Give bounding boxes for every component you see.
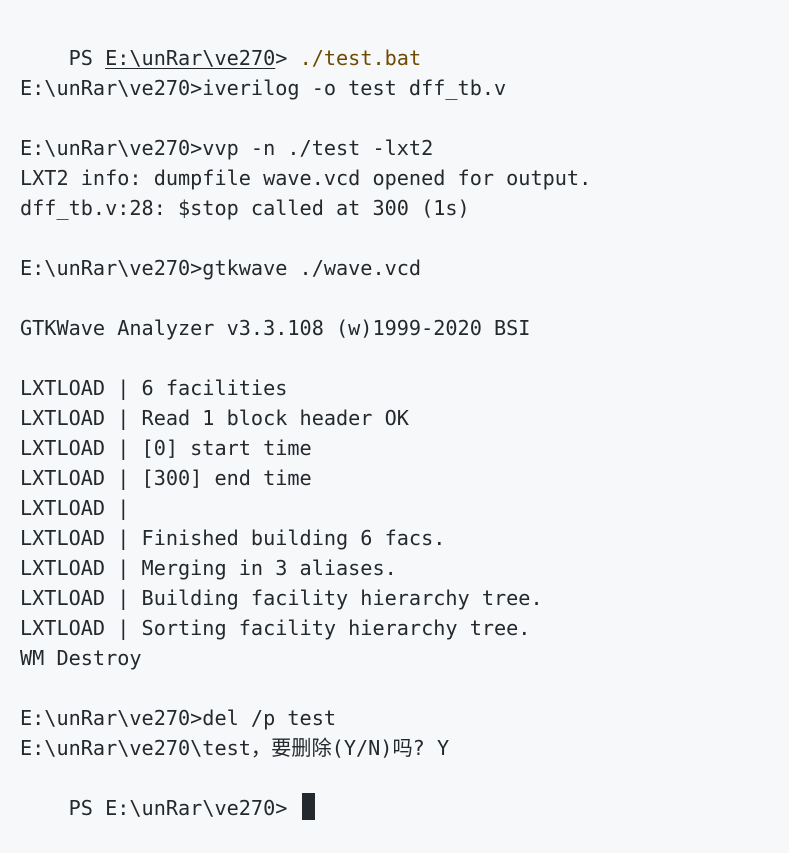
terminal-line-lxtload-empty: LXTLOAD | (20, 496, 130, 520)
terminal-line-iverilog: E:\unRar\ve270>iverilog -o test dff_tb.v (20, 76, 507, 100)
terminal-line-lxtload-sorting-tree: LXTLOAD | Sorting facility hierarchy tre… (20, 616, 531, 640)
terminal-line-gtkwave: E:\unRar\ve270>gtkwave ./wave.vcd (20, 256, 422, 280)
terminal-line-delete-confirmation: E:\unRar\ve270\test，要删除(Y/N)吗? Y (20, 736, 450, 760)
terminal-line-lxtload-facs: LXTLOAD | Finished building 6 facs. (20, 526, 446, 550)
current-prompt: PS E:\unRar\ve270> (68, 796, 300, 820)
terminal-line-vvp: E:\unRar\ve270>vvp -n ./test -lxt2 (20, 136, 434, 160)
terminal-line-wm-destroy: WM Destroy (20, 646, 142, 670)
terminal-line-lxtload-building-tree: LXTLOAD | Building facility hierarchy tr… (20, 586, 543, 610)
text-cursor (301, 793, 315, 820)
terminal-line-lxt2-info: LXT2 info: dumpfile wave.vcd opened for … (20, 166, 592, 190)
terminal-line-lxtload-end-time: LXTLOAD | [300] end time (20, 466, 312, 490)
terminal-line-lxtload-facilities: LXTLOAD | 6 facilities (20, 376, 288, 400)
terminal-line-stop-called: dff_tb.v:28: $stop called at 300 (1s) (20, 196, 470, 220)
current-prompt-line[interactable]: PS E:\unRar\ve270> (20, 763, 789, 820)
terminal-line-lxtload-start-time: LXTLOAD | [0] start time (20, 436, 312, 460)
terminal-line-lxtload-header: LXTLOAD | Read 1 block header OK (20, 406, 409, 430)
terminal-line-gtkwave-version: GTKWave Analyzer v3.3.108 (w)1999-2020 B… (20, 316, 531, 340)
terminal-line-lxtload-aliases: LXTLOAD | Merging in 3 aliases. (20, 556, 397, 580)
prompt-suffix: > (275, 46, 300, 70)
ps-prefix: PS (68, 46, 106, 70)
command-text: ./test.bat (299, 46, 422, 70)
terminal-line-del: E:\unRar\ve270>del /p test (20, 706, 337, 730)
prompt-path-link[interactable]: E:\unRar\ve270 (105, 46, 275, 70)
terminal-window[interactable]: PS E:\unRar\ve270> ./test.bat E:\unRar\v… (0, 0, 789, 822)
prompt-line-ps-test-bat: PS E:\unRar\ve270> ./test.bat (20, 13, 789, 70)
